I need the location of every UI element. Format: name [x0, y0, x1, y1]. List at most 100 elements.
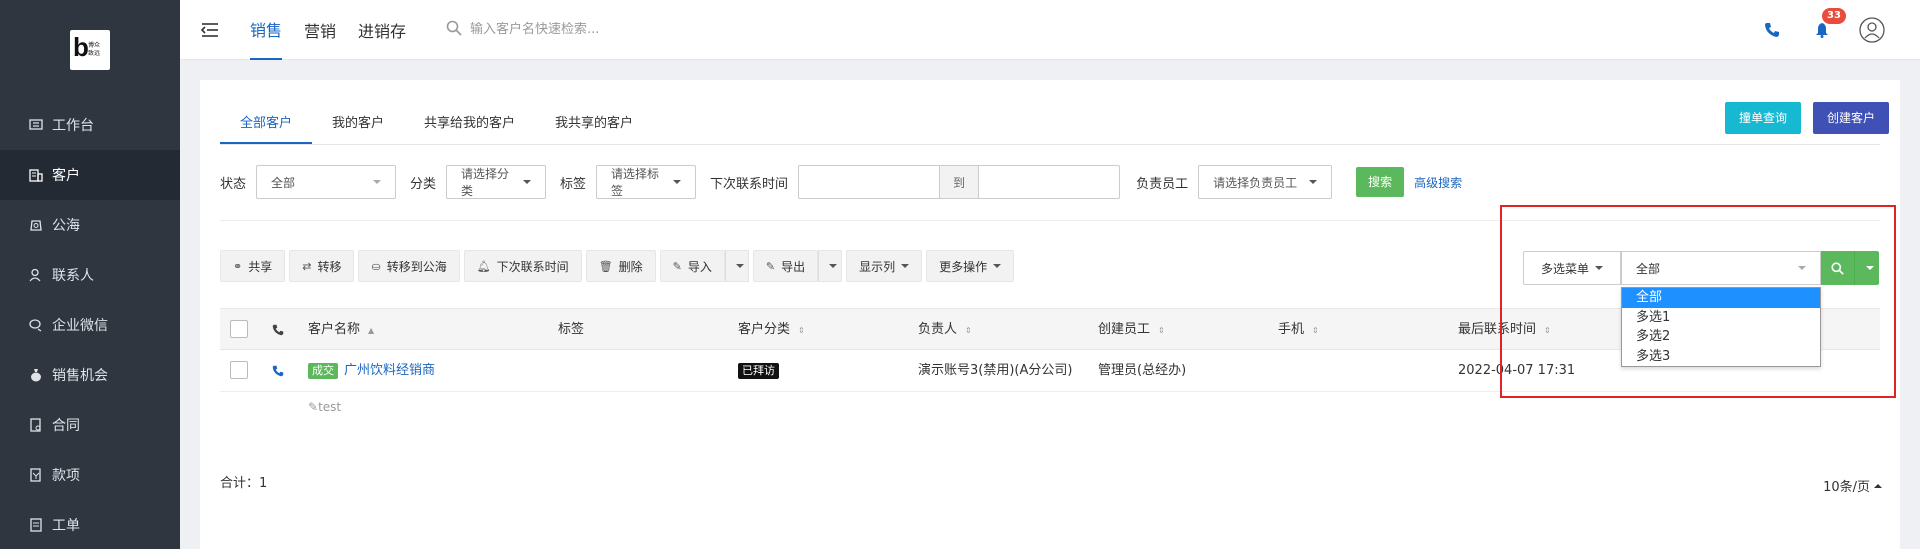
tag-select[interactable]: 请选择标签: [596, 165, 697, 199]
status-label: 状态: [220, 176, 247, 192]
tabs-divider: [220, 144, 1880, 145]
col-header-label: 手机: [1278, 322, 1305, 337]
sidebar-item-payment[interactable]: 款项: [0, 450, 180, 500]
more-actions-button[interactable]: 更多操作: [926, 250, 1015, 282]
tab-shared-to-me[interactable]: 共享给我的客户: [404, 104, 535, 144]
col-header-phone[interactable]: 手机 ⇕: [1278, 309, 1319, 351]
sidebar-item-contract[interactable]: 合同: [0, 400, 180, 450]
sidebar-item-contacts[interactable]: 联系人: [0, 250, 180, 300]
export-label: 导出: [781, 259, 806, 274]
creator-cell: 管理员(总经办): [1098, 363, 1187, 378]
sidebar-item-label: 企业微信: [52, 318, 108, 334]
tab-all-customers[interactable]: 全部客户: [220, 104, 313, 144]
import-split-button: ✎ 导入: [659, 250, 749, 282]
top-tab-sales[interactable]: 销售: [250, 0, 283, 60]
row-note[interactable]: ✎test: [308, 400, 341, 414]
chevron-down-icon: [735, 264, 744, 268]
phone-icon[interactable]: [1758, 16, 1786, 44]
tab-shared-by-me[interactable]: 我共享的客户: [535, 104, 653, 144]
row-phone-icon[interactable]: [272, 350, 284, 392]
multiselect-select[interactable]: 全部: [1621, 251, 1821, 285]
import-dropdown-toggle[interactable]: [724, 250, 749, 282]
category-select[interactable]: 请选择分类: [446, 165, 547, 199]
status-badge: 成交: [308, 362, 338, 379]
top-tabs: 销售 营销 进销存: [250, 0, 428, 60]
multiselect-search-button[interactable]: [1821, 251, 1855, 285]
chevron-down-icon: [1309, 180, 1318, 184]
more-actions-label: 更多操作: [939, 259, 988, 274]
owner-select-value: 请选择负责员工: [1213, 175, 1298, 190]
sidebar-item-ticket[interactable]: 工单: [0, 500, 180, 549]
chevron-down-icon: [523, 180, 532, 184]
notification-badge: 33: [1822, 8, 1846, 24]
col-header-category[interactable]: 客户分类 ⇕: [738, 309, 805, 351]
export-button[interactable]: ✎ 导出: [752, 250, 819, 282]
create-customer-button[interactable]: 创建客户: [1813, 102, 1890, 134]
share-button[interactable]: ⚭ 共享: [220, 250, 286, 282]
chevron-down-icon: [1798, 266, 1806, 270]
customer-name-link[interactable]: 广州饮料经销商: [344, 363, 435, 378]
dropdown-option-2[interactable]: 多选2: [1622, 327, 1820, 347]
row-checkbox[interactable]: [230, 361, 248, 379]
contact-icon: [28, 267, 44, 283]
logo-text-line2: 致远: [88, 50, 101, 57]
sidebar-item-label: 公海: [52, 218, 80, 234]
chevron-down-icon: [673, 180, 682, 184]
dropdown-option-1[interactable]: 多选1: [1622, 308, 1820, 328]
advanced-search-link[interactable]: 高级搜索: [1414, 174, 1462, 191]
col-header-customer-name[interactable]: 客户名称 ▲: [308, 309, 374, 351]
col-header-creator[interactable]: 创建员工 ⇕: [1098, 309, 1165, 351]
owner-select[interactable]: 请选择负责员工: [1198, 165, 1333, 199]
import-button[interactable]: ✎ 导入: [659, 250, 725, 282]
sidebar-item-opportunity[interactable]: 销售机会: [0, 350, 180, 400]
duplicate-query-button[interactable]: 撞单查询: [1725, 102, 1802, 134]
tag-label: 标签: [560, 176, 587, 192]
multiselect-search-dropdown-toggle[interactable]: [1855, 266, 1879, 270]
dashboard-icon: [28, 117, 44, 133]
multiselect-dropdown-list: 全部 多选1 多选2 多选3: [1621, 287, 1821, 367]
multiselect-menu-button[interactable]: 多选菜单: [1523, 251, 1621, 285]
sidebar-item-pool[interactable]: 公海: [0, 200, 180, 250]
tab-my-customers[interactable]: 我的客户: [312, 104, 404, 144]
export-dropdown-toggle[interactable]: [818, 250, 843, 282]
share-label: 共享: [248, 259, 273, 274]
page-size-value: 10条/页: [1823, 480, 1870, 495]
sidebar-item-label: 工单: [52, 518, 80, 534]
search-button[interactable]: 搜索: [1356, 167, 1405, 197]
sidebar-item-customer[interactable]: 客户: [0, 150, 180, 200]
sidebar-item-label: 联系人: [52, 268, 94, 284]
dropdown-option-all[interactable]: 全部: [1622, 288, 1820, 308]
status-select[interactable]: 全部: [256, 165, 397, 199]
top-right-tools: 33: [1736, 0, 1886, 60]
customer-search-input[interactable]: [470, 22, 731, 37]
logo[interactable]: b 博众 致远: [70, 30, 110, 70]
date-end-input[interactable]: [979, 166, 1119, 198]
select-all-checkbox[interactable]: [230, 320, 248, 338]
dropdown-option-3[interactable]: 多选3: [1622, 347, 1820, 367]
building-icon: [28, 167, 44, 183]
next-contact-button[interactable]: 🔔︎ 下次联系时间: [463, 250, 582, 282]
top-tab-marketing[interactable]: 营销: [304, 0, 336, 60]
columns-button[interactable]: 显示列: [846, 250, 923, 282]
avatar[interactable]: [1858, 16, 1886, 44]
trash-icon: 🗑︎: [598, 259, 613, 273]
search-icon: [1831, 261, 1844, 275]
page-size-select[interactable]: 10条/页: [1823, 476, 1882, 495]
delete-button[interactable]: 🗑︎ 删除: [585, 250, 656, 282]
chevron-down-icon: [901, 264, 910, 268]
top-tab-inventory[interactable]: 进销存: [358, 0, 406, 60]
columns-label: 显示列: [859, 259, 896, 274]
transfer-icon: ⇄: [302, 259, 312, 273]
notification-bell-icon[interactable]: 33: [1808, 8, 1846, 44]
sidebar-item-workbench[interactable]: 工作台: [0, 100, 180, 150]
category-badge: 已拜访: [738, 362, 779, 379]
menu-toggle-icon[interactable]: [198, 18, 222, 42]
sidebar-item-label: 款项: [52, 468, 80, 484]
col-header-owner[interactable]: 负责人 ⇕: [918, 309, 972, 351]
transfer-button[interactable]: ⇄ 转移: [289, 250, 355, 282]
sort-icon: ⇕: [965, 326, 972, 335]
move-to-pool-button[interactable]: ⛀ 转移到公海: [358, 250, 460, 282]
sidebar-item-wecom[interactable]: 企业微信: [0, 300, 180, 350]
bell-icon: 🔔︎: [476, 259, 491, 273]
date-start-input[interactable]: [799, 166, 939, 198]
